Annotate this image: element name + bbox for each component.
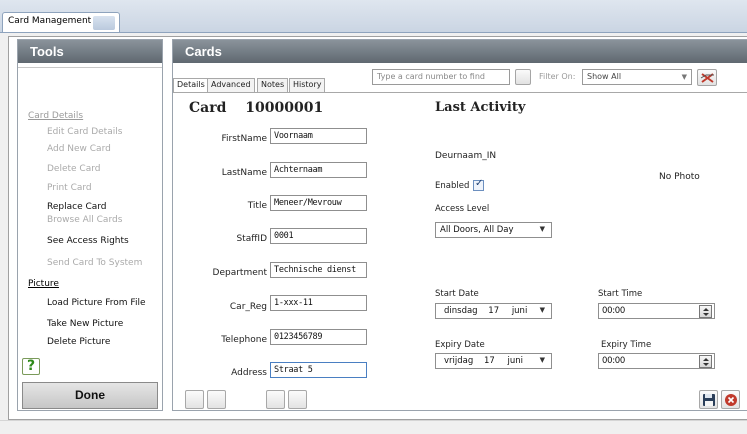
car-reg-label: Car_Reg bbox=[229, 302, 267, 312]
chevron-down-icon: ▼ bbox=[539, 225, 545, 233]
filter-label: Filter On: bbox=[539, 72, 576, 81]
status-bar bbox=[0, 420, 747, 434]
lastname-field[interactable]: Achternaam bbox=[270, 162, 367, 178]
title-field[interactable]: Meneer/Mevrouw bbox=[270, 195, 367, 211]
staffid-field[interactable]: 0001 bbox=[270, 228, 367, 244]
address-field[interactable]: Straat 5 bbox=[270, 362, 367, 378]
help-icon: ? bbox=[26, 358, 36, 374]
expiry-date-label: Expiry Date bbox=[435, 340, 485, 350]
telephone-label: Telephone bbox=[221, 335, 267, 345]
access-level-label: Access Level bbox=[435, 204, 490, 214]
cards-header: Cards bbox=[173, 40, 747, 63]
divider bbox=[173, 92, 747, 93]
filter-value: Show All bbox=[587, 72, 622, 81]
enabled-checkbox[interactable] bbox=[473, 178, 484, 191]
expiry-date-weekday: vrijdag bbox=[444, 356, 474, 366]
firstname-label: FirstName bbox=[221, 134, 268, 144]
staffid-label: StaffID bbox=[236, 234, 267, 244]
help-button[interactable]: ? bbox=[22, 358, 40, 375]
chevron-down-icon: ▼ bbox=[539, 356, 545, 364]
clear-filter-button[interactable] bbox=[697, 69, 717, 86]
start-date-label: Start Date bbox=[435, 289, 479, 299]
cards-panel: Cards Details Advanced Notes History Typ… bbox=[172, 39, 747, 411]
window-title: Card Management bbox=[8, 16, 92, 26]
start-time-value: 00:00 bbox=[602, 306, 625, 316]
start-date-weekday: dinsdag bbox=[444, 306, 478, 316]
start-date-month: juni bbox=[511, 306, 528, 316]
enabled-label: Enabled bbox=[435, 181, 470, 191]
tab-details[interactable]: Details bbox=[173, 78, 209, 93]
start-date-picker[interactable]: dinsdag 17 juni ▼ bbox=[435, 303, 552, 319]
title-label: Title bbox=[247, 201, 267, 211]
expiry-time-value: 00:00 bbox=[602, 356, 625, 366]
chevron-down-icon: ▼ bbox=[539, 306, 545, 314]
expiry-time-label: Expiry Time bbox=[601, 340, 652, 350]
access-level-value: All Doors, All Day bbox=[440, 225, 514, 235]
firstname-field[interactable]: Voornaam bbox=[270, 128, 367, 144]
telephone-field[interactable]: 0123456789 bbox=[270, 329, 367, 345]
last-activity-value: Deurnaam_IN bbox=[435, 151, 497, 161]
start-time-label: Start Time bbox=[598, 289, 643, 299]
floppy-disk-icon bbox=[703, 394, 715, 406]
card-label: Card bbox=[189, 100, 227, 116]
chevron-down-icon: ▼ bbox=[681, 73, 687, 81]
window-title-tab: Card Management bbox=[2, 12, 120, 32]
last-activity-heading: Last Activity bbox=[435, 100, 526, 115]
done-button[interactable]: Done bbox=[22, 382, 158, 409]
next-record-button[interactable] bbox=[266, 390, 285, 409]
expiry-date-month: juni bbox=[507, 356, 523, 366]
last-record-button[interactable] bbox=[288, 390, 307, 409]
card-details-section[interactable]: Card Details bbox=[28, 111, 174, 121]
filter-select[interactable]: Show All ▼ bbox=[582, 69, 692, 85]
save-button[interactable] bbox=[699, 390, 718, 409]
tab-history[interactable]: History bbox=[289, 78, 326, 92]
address-label: Address bbox=[231, 368, 267, 378]
expiry-date-picker[interactable]: vrijdag 17 juni ▼ bbox=[435, 353, 552, 369]
tools-panel: Tools Card Details Edit Card Details Add… bbox=[17, 39, 163, 411]
tab-notes[interactable]: Notes bbox=[257, 78, 289, 92]
tools-header: Tools bbox=[18, 40, 162, 63]
photo-placeholder: No Photo bbox=[659, 172, 700, 182]
access-level-select[interactable]: All Doors, All Day ▼ bbox=[435, 222, 552, 238]
card-number: 10000001 bbox=[245, 100, 324, 116]
car-reg-field[interactable]: 1-xxx-11 bbox=[270, 295, 367, 311]
previous-record-button[interactable] bbox=[207, 390, 226, 409]
search-go-button[interactable] bbox=[515, 69, 531, 85]
department-field[interactable]: Technische dienst bbox=[270, 262, 367, 278]
lastname-label: LastName bbox=[221, 168, 267, 178]
expiry-time-field[interactable]: 00:00 bbox=[598, 353, 715, 369]
cancel-icon bbox=[725, 394, 737, 406]
divider bbox=[18, 67, 162, 68]
card-heading: Card 10000001 bbox=[189, 100, 323, 116]
spinner-icon[interactable] bbox=[699, 355, 712, 368]
taskbar-thumbnail bbox=[93, 16, 115, 30]
card-search-input[interactable]: Type a card number to find bbox=[372, 69, 510, 85]
clear-filter-icon bbox=[700, 73, 714, 83]
start-time-field[interactable]: 00:00 bbox=[598, 303, 715, 319]
expiry-date-day: 17 bbox=[483, 356, 495, 366]
department-label: Department bbox=[212, 268, 267, 278]
start-date-day: 17 bbox=[488, 306, 500, 316]
first-record-button[interactable] bbox=[185, 390, 204, 409]
picture-section[interactable]: Picture bbox=[28, 279, 174, 289]
tab-advanced[interactable]: Advanced bbox=[207, 78, 255, 92]
cancel-button[interactable] bbox=[721, 390, 740, 409]
spinner-icon[interactable] bbox=[699, 305, 712, 318]
